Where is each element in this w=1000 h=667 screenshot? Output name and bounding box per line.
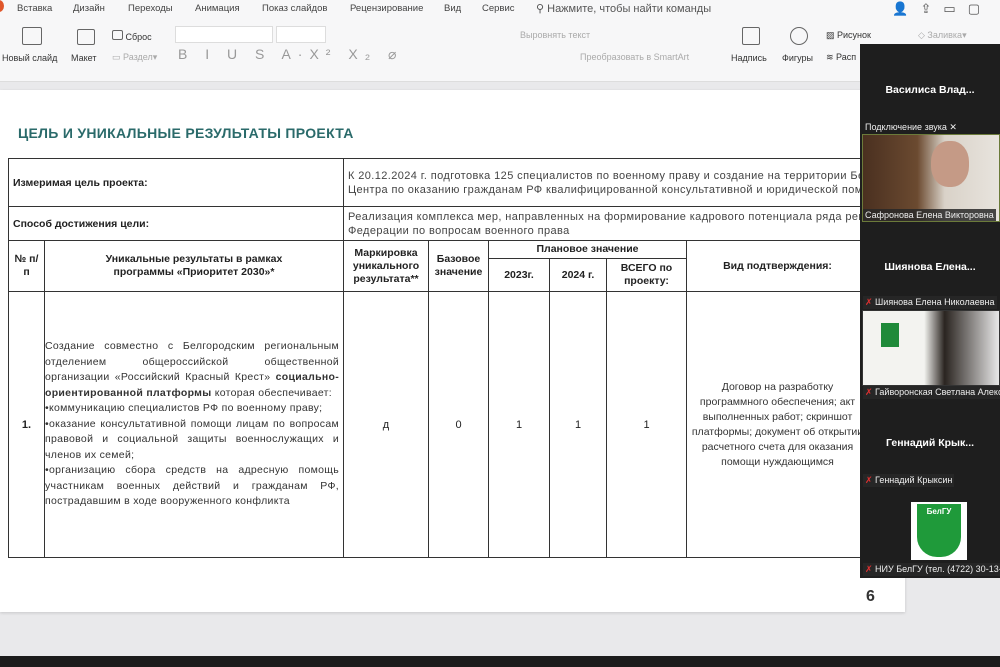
row-confirm: Договор на разработку программного обесп… <box>685 291 870 558</box>
picture-icon: ▨ <box>826 30 838 40</box>
participant-video[interactable] <box>862 310 1000 386</box>
mic-muted-icon: ✗ <box>865 297 876 307</box>
row-marking: д <box>343 291 429 558</box>
header-num: № п/п <box>8 240 45 292</box>
participant-label: НИУ БелГУ (тел. (4722) 30-13- <box>875 564 1000 574</box>
font-family-select[interactable] <box>175 26 273 43</box>
align-text-button[interactable]: Выровнять текст <box>520 30 590 40</box>
fill-button[interactable]: ◇ Заливка▾ <box>918 30 967 41</box>
belgu-banner-logo <box>881 323 899 347</box>
tab-view[interactable]: Вид <box>444 3 461 14</box>
mic-muted-icon: ✗ <box>865 387 876 397</box>
header-confirm: Вид подтверждения: <box>685 240 870 292</box>
header-base: Базовое значение <box>428 240 489 292</box>
goal-label: Измеримая цель проекта: <box>8 158 344 207</box>
ribbon: Вставка Дизайн Переходы Анимация Показ с… <box>0 0 1000 82</box>
participant-tile-name[interactable]: Геннадий Крык... <box>860 437 1000 449</box>
participant-label: Сафронова Елена Викторовна <box>863 209 996 221</box>
participant-label: Геннадий Крыксин <box>875 475 953 485</box>
header-2024: 2024 г. <box>549 258 607 292</box>
mic-muted-icon: ✗ <box>865 564 876 574</box>
header-marking: Маркировка уникального результата** <box>343 240 429 292</box>
tab-tools[interactable]: Сервис <box>482 3 515 14</box>
page-number: 6 <box>866 588 875 605</box>
goal-value: К 20.12.2024 г. подготовка 125 специалис… <box>342 158 870 207</box>
command-search[interactable]: ⚲ Нажмите, чтобы найти команды <box>536 2 711 15</box>
meeting-toolbar[interactable] <box>0 656 1000 667</box>
participants-panel: Василиса Влад... Подключение звука ✕ Саф… <box>860 44 1000 578</box>
belgu-logo: БелГУ <box>911 502 967 560</box>
header-2023: 2023г. <box>488 258 550 292</box>
new-slide-icon[interactable] <box>22 27 42 47</box>
method-value: Реализация комплекса мер, направленных н… <box>342 206 870 241</box>
top-right-icons[interactable]: 👤⇪▭▢ <box>892 1 992 17</box>
section-button[interactable]: ▭ Раздел▾ <box>112 52 157 63</box>
shapes-button[interactable]: Фигуры <box>782 53 813 63</box>
row-2023: 1 <box>488 291 550 558</box>
smartart-button[interactable]: Преобразовать в SmartArt <box>580 52 689 62</box>
participant-tile-name[interactable]: Шиянова Елена... <box>860 261 1000 273</box>
header-planned: Плановое значение <box>488 240 687 259</box>
layout-icon[interactable] <box>77 29 95 47</box>
tab-transitions[interactable]: Переходы <box>128 3 173 14</box>
textbox-icon[interactable] <box>742 27 760 47</box>
header-total: ВСЕГО по проекту: <box>606 258 687 292</box>
search-icon: ⚲ <box>536 3 548 15</box>
participant-label: Гайворонская Светлана Алекс <box>875 387 1000 397</box>
table-row: 1. Создание совместно с Белгородским рег… <box>8 291 870 558</box>
textbox-button[interactable]: Надпись <box>731 53 767 63</box>
mic-muted-icon: ✗ <box>865 475 876 485</box>
slide-title: ЦЕЛЬ И УНИКАЛЬНЫЕ РЕЗУЛЬТАТЫ ПРОЕКТА <box>18 125 354 141</box>
app-icon[interactable] <box>0 0 4 12</box>
row-base: 0 <box>428 291 489 558</box>
arrange-button[interactable]: ≋ Расп <box>826 52 856 63</box>
tab-review[interactable]: Рецензирование <box>350 3 423 14</box>
participant-label: Шиянова Елена Николаевна <box>875 297 995 307</box>
search-placeholder: Нажмите, чтобы найти команды <box>547 3 712 15</box>
picture-button[interactable]: ▨ Рисунок <box>826 30 871 41</box>
tab-insert[interactable]: Вставка <box>17 3 52 14</box>
shapes-icon[interactable] <box>790 27 808 47</box>
method-label: Способ достижения цели: <box>8 206 344 241</box>
new-slide-button[interactable]: Новый слайд <box>2 53 57 63</box>
tab-design[interactable]: Дизайн <box>73 3 105 14</box>
reset-button[interactable]: Сброс <box>112 30 152 42</box>
row-description: Создание совместно с Белгородским регион… <box>44 291 344 558</box>
font-size-select[interactable] <box>276 26 326 43</box>
layout-button[interactable]: Макет <box>71 53 96 63</box>
header-results: Уникальные результаты в рамках программы… <box>44 240 344 292</box>
audio-connecting-label[interactable]: Подключение звука ✕ <box>863 121 959 134</box>
row-2024: 1 <box>549 291 607 558</box>
row-num: 1. <box>8 291 45 558</box>
project-table: Измеримая цель проекта: К 20.12.2024 г. … <box>8 158 870 558</box>
tab-slideshow[interactable]: Показ слайдов <box>262 3 327 14</box>
person-face <box>931 141 969 187</box>
reset-icon <box>112 30 123 40</box>
tab-animation[interactable]: Анимация <box>195 3 240 14</box>
participant-tile-name[interactable]: Василиса Влад... <box>860 84 1000 96</box>
row-total: 1 <box>606 291 687 558</box>
text-format-buttons[interactable]: B I U S A·X² X₂ ⌀ <box>178 46 403 63</box>
